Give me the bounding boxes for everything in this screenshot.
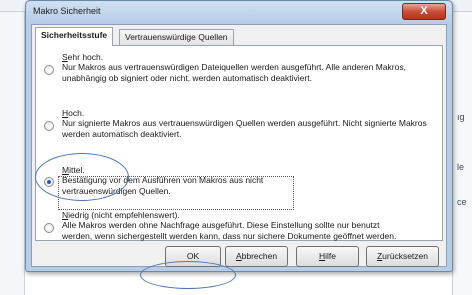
option-label-rest: ehr hoch. xyxy=(67,52,104,62)
option-low[interactable]: Niedrig (nicht empfehlenswert). Alle Mak… xyxy=(42,210,440,250)
help-button[interactable]: Hilfe xyxy=(296,246,359,267)
button-label: ilfe xyxy=(325,251,336,261)
background-left-panel xyxy=(0,12,25,295)
annotation-ellipse-ok xyxy=(140,261,236,289)
option-label-rest: iedrig (nicht empfehlenswert). xyxy=(68,210,180,220)
option-label: Sehr hoch. xyxy=(62,52,103,62)
background-text-fragment: le xyxy=(457,162,465,172)
background-text-fragment: ıg xyxy=(457,112,465,122)
dialog-title: Makro Sicherheit xyxy=(33,6,101,16)
option-high[interactable]: Hoch. Nur signierte Makros aus vertrauen… xyxy=(42,108,440,139)
radio-low[interactable] xyxy=(44,223,54,233)
tab-label: Sicherheitsstufe xyxy=(41,30,108,40)
radio-high[interactable] xyxy=(44,121,54,131)
option-description: Nur signierte Makros aus vertrauenswürdi… xyxy=(62,118,427,139)
close-icon: X xyxy=(420,5,428,17)
option-very-high[interactable]: Sehr hoch. Nur Makros aus vertrauenswürd… xyxy=(42,52,440,92)
option-description: Nur Makros aus vertrauenswürdigen Dateiq… xyxy=(62,62,406,83)
background-text-fragment: ce xyxy=(457,197,467,207)
background-right-panel: ıg le ce xyxy=(452,12,472,295)
reset-button[interactable]: Zurücksetzen xyxy=(366,246,439,267)
button-label: bbrechen xyxy=(241,251,278,261)
option-label-rest: och. xyxy=(68,108,85,118)
option-label: Hoch. xyxy=(62,108,84,118)
annotation-ellipse-medium xyxy=(35,153,129,201)
option-label: Niedrig (nicht empfehlenswert). xyxy=(62,210,180,220)
radio-very-high[interactable] xyxy=(44,65,54,75)
button-label: OK xyxy=(186,251,200,261)
dialog-client-area: Sicherheitsstufe Vertrauenswürdige Quell… xyxy=(31,24,447,267)
tab-security-level[interactable]: Sicherheitsstufe xyxy=(35,27,114,46)
tab-label: Vertrauenswürdige Quellen xyxy=(125,32,228,42)
close-button[interactable]: X xyxy=(402,3,446,20)
security-level-panel: Sehr hoch. Nur Makros aus vertrauenswürd… xyxy=(35,45,443,241)
dialog-titlebar[interactable]: Makro Sicherheit X xyxy=(26,1,452,23)
button-label: urücksetzen xyxy=(382,251,429,261)
option-description: Alle Makros werden ohne Nachfrage ausgef… xyxy=(62,220,397,241)
cancel-button[interactable]: Abbrechen xyxy=(225,246,288,267)
macro-security-dialog: Makro Sicherheit X Sicherheitsstufe Vert… xyxy=(25,0,453,272)
tab-trusted-sources[interactable]: Vertrauenswürdige Quellen xyxy=(119,29,234,45)
